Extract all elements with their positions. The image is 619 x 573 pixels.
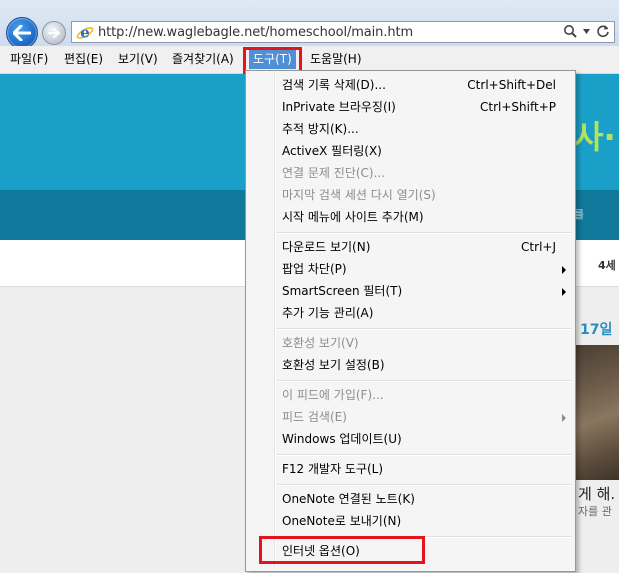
- menu-separator: [277, 232, 572, 234]
- menu-add-site-start[interactable]: 시작 메뉴에 사이트 추가(M): [276, 206, 572, 228]
- address-bar[interactable]: e http://new.waglebagle.net/homeschool/m…: [71, 21, 615, 43]
- menu-help[interactable]: 도움말(H): [306, 50, 366, 69]
- item-label: 이 피드에 가입(F)...: [282, 388, 384, 402]
- back-button[interactable]: [6, 17, 38, 49]
- browser-toolbar: e http://new.waglebagle.net/homeschool/m…: [0, 0, 619, 49]
- subtext-fragment: 자를 관: [578, 505, 612, 518]
- item-label: OneNote로 보내기(N): [282, 514, 402, 528]
- menu-diagnose-connection: 연결 문제 진단(C)...: [276, 162, 572, 184]
- item-label: 호환성 보기(V): [282, 336, 359, 350]
- menu-onenote-linked[interactable]: OneNote 연결된 노트(K): [276, 488, 572, 510]
- item-label: 마지막 검색 세션 다시 열기(S): [282, 188, 436, 202]
- item-label: ActiveX 필터링(X): [282, 144, 382, 158]
- svg-text:e: e: [80, 24, 90, 42]
- menu-tools[interactable]: 도구(T): [249, 50, 296, 69]
- address-tools: [563, 24, 610, 38]
- menu-separator: [277, 484, 572, 486]
- menu-separator: [277, 328, 572, 330]
- content-photo[interactable]: [576, 345, 619, 480]
- menu-smartscreen[interactable]: SmartScreen 필터(T): [276, 280, 572, 302]
- menu-file[interactable]: 파일(F): [6, 50, 52, 69]
- item-label: 검색 기록 삭제(D)...: [282, 78, 386, 92]
- menu-compatibility-settings[interactable]: 호환성 보기 설정(B): [276, 354, 572, 376]
- submenu-arrow-icon: [562, 288, 566, 296]
- menu-send-to-onenote[interactable]: OneNote로 보내기(N): [276, 510, 572, 532]
- tools-dropdown-menu: 검색 기록 삭제(D)... Ctrl+Shift+Del InPrivate …: [245, 70, 576, 572]
- item-label: 추가 기능 관리(A): [282, 306, 374, 320]
- item-label: 연결 문제 진단(C)...: [282, 166, 386, 180]
- item-shortcut: Ctrl+Shift+Del: [467, 78, 556, 92]
- item-label: SmartScreen 필터(T): [282, 284, 403, 298]
- dropdown-arrow-icon[interactable]: [583, 28, 590, 34]
- banner-text-fragment: 사∙: [574, 118, 616, 156]
- forward-arrow-icon: [48, 28, 60, 38]
- menu-view[interactable]: 보기(V): [114, 50, 162, 69]
- date-text-fragment: 17일: [580, 322, 613, 338]
- address-url[interactable]: http://new.waglebagle.net/homeschool/mai…: [98, 25, 413, 40]
- item-shortcut: Ctrl+Shift+P: [480, 100, 556, 114]
- menu-separator: [277, 454, 572, 456]
- item-label: 추적 방지(K)...: [282, 122, 359, 136]
- item-shortcut: Ctrl+J: [521, 240, 556, 254]
- item-label: 피드 검색(E): [282, 410, 347, 424]
- back-arrow-icon: [13, 25, 31, 41]
- item-label: InPrivate 브라우징(I): [282, 100, 396, 114]
- menu-view-downloads[interactable]: 다운로드 보기(N) Ctrl+J: [276, 236, 572, 258]
- item-label: 시작 메뉴에 사이트 추가(M): [282, 210, 424, 224]
- forward-button[interactable]: [42, 21, 66, 45]
- item-label: 인터넷 옵션(O): [282, 544, 360, 558]
- submenu-arrow-icon: [562, 266, 566, 274]
- item-label: Windows 업데이트(U): [282, 432, 402, 446]
- menu-popup-blocker[interactable]: 팝업 차단(P): [276, 258, 572, 280]
- item-label: 팝업 차단(P): [282, 262, 347, 276]
- item-label: 다운로드 보기(N): [282, 240, 371, 254]
- refresh-icon[interactable]: [596, 24, 610, 38]
- ie-logo-icon: e: [76, 24, 94, 42]
- headline-text-fragment[interactable]: 게 해.: [578, 483, 615, 504]
- menu-windows-update[interactable]: Windows 업데이트(U): [276, 428, 572, 450]
- menu-edit[interactable]: 편집(E): [60, 50, 107, 69]
- menu-manage-addons[interactable]: 추가 기능 관리(A): [276, 302, 572, 324]
- menu-activex-filtering[interactable]: ActiveX 필터링(X): [276, 140, 572, 162]
- item-label: OneNote 연결된 노트(K): [282, 492, 415, 506]
- menu-delete-history[interactable]: 검색 기록 삭제(D)... Ctrl+Shift+Del: [276, 74, 572, 96]
- item-label: F12 개발자 도구(L): [282, 462, 384, 476]
- menu-subscribe-feed: 이 피드에 가입(F)...: [276, 384, 572, 406]
- search-icon[interactable]: [563, 24, 577, 38]
- menu-tracking-protection[interactable]: 추적 방지(K)...: [276, 118, 572, 140]
- menu-inprivate[interactable]: InPrivate 브라우징(I) Ctrl+Shift+P: [276, 96, 572, 118]
- menu-reopen-session: 마지막 검색 세션 다시 열기(S): [276, 184, 572, 206]
- item-label: 호환성 보기 설정(B): [282, 358, 385, 372]
- menu-separator: [277, 536, 572, 538]
- submenu-arrow-icon: [562, 414, 566, 422]
- menu-f12-devtools[interactable]: F12 개발자 도구(L): [276, 458, 572, 480]
- menu-separator: [277, 380, 572, 382]
- menu-compatibility-view: 호환성 보기(V): [276, 332, 572, 354]
- menu-favorites[interactable]: 즐겨찾기(A): [168, 50, 238, 69]
- menu-internet-options[interactable]: 인터넷 옵션(O): [276, 540, 572, 562]
- menu-feed-discovery: 피드 검색(E): [276, 406, 572, 428]
- subnav-text-fragment[interactable]: 4세: [598, 257, 616, 273]
